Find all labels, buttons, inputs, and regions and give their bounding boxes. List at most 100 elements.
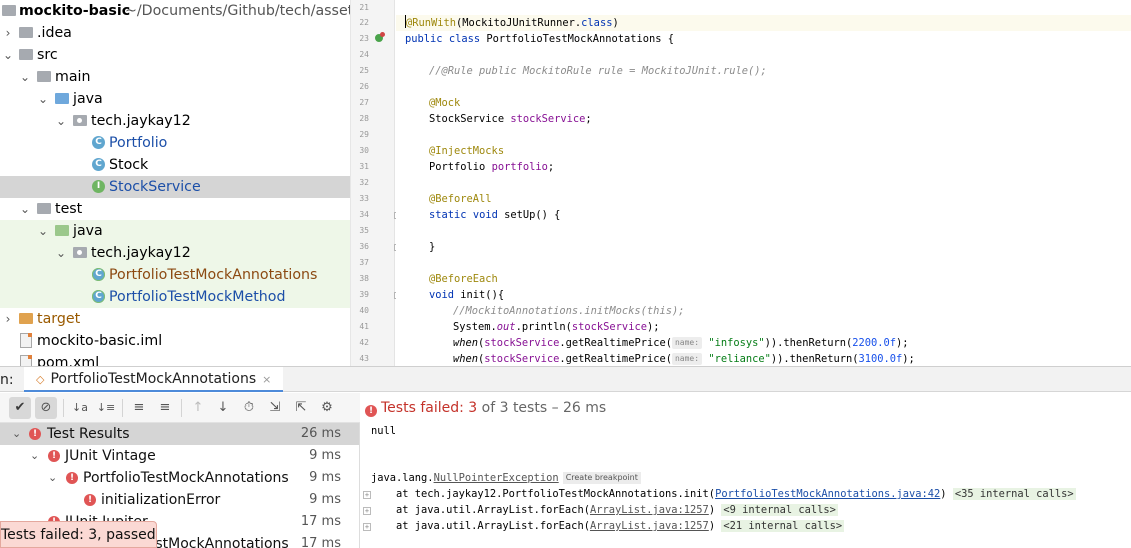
code-token: void [429,289,455,301]
expand-icon[interactable]: + [363,491,371,499]
test-node-initialization-error[interactable]: ! initializationError 9 ms [0,489,359,511]
tree-item-package-test[interactable]: ⌄ tech.jaykay12 [0,242,350,264]
interface-icon: I [92,180,105,193]
code-token: ); [896,337,909,349]
tests-failed-text: Tests failed: 3 [381,400,478,416]
tree-item-target[interactable]: › target [0,308,350,330]
chevron-right-icon[interactable]: › [2,308,14,330]
code-token: } [429,241,436,253]
tests-failed-notification[interactable]: Tests failed: 3, passed: 0 [0,521,157,548]
tree-item-portfoliotestmockannotations[interactable]: C PortfolioTestMockAnnotations [0,264,350,286]
expand-icon[interactable]: + [363,523,371,531]
test-node-label: Test Results [47,426,130,442]
chevron-down-icon[interactable]: ⌄ [30,445,39,467]
code-token: void [472,209,498,221]
tree-item-src[interactable]: ⌄ src [0,44,350,66]
create-breakpoint-button[interactable]: Create breakpoint [562,472,641,484]
chevron-right-icon[interactable]: › [2,22,14,44]
run-test-icon[interactable] [375,32,385,42]
tree-item-portfolio[interactable]: C Portfolio [0,132,350,154]
export-results-icon[interactable]: ⇱ [290,397,312,419]
run-label: n: [0,372,14,388]
code-line-33: @BeforeAll [396,191,1131,207]
internal-calls-fold[interactable]: <21 internal calls> [721,520,845,532]
console-text: null [371,425,397,437]
collapse-all-icon[interactable]: ≡ [154,397,176,419]
next-failed-icon[interactable]: ↓ [212,397,234,419]
tree-item-label: StockService [109,179,201,195]
chevron-down-icon[interactable]: ⌄ [2,44,14,66]
show-ignored-icon[interactable]: ⊘ [35,397,57,419]
chevron-down-icon[interactable]: ⌄ [55,110,67,132]
notification-text: Tests failed: 3, passed: 0 [1,527,157,543]
expand-all-icon[interactable]: ≡ [128,397,150,419]
error-icon: ! [29,428,41,440]
show-passed-icon[interactable]: ✔ [9,397,31,419]
test-node-label: PortfolioTestMockAnnotations [83,470,289,486]
folder-icon [37,71,51,82]
tree-item-stock[interactable]: C Stock [0,154,350,176]
tree-item-test[interactable]: ⌄ test [0,198,350,220]
exception-link[interactable]: NullPointerException [434,472,559,484]
chevron-down-icon[interactable]: ⌄ [55,242,67,264]
internal-calls-fold[interactable]: <9 internal calls> [721,504,838,516]
tree-item-portfoliotestmockmethod[interactable]: C PortfolioTestMockMethod [0,286,350,308]
chevron-down-icon[interactable]: ⌄ [37,220,49,242]
line-number: 41 [359,322,369,331]
code-token: portfolio [491,161,548,173]
tree-item-label: pom.xml [37,355,100,366]
previous-failed-icon[interactable]: ↑ [187,397,209,419]
tree-item-label: PortfolioTestMockAnnotations [109,267,318,283]
test-results-root[interactable]: ⌄ ! Test Results 26 ms [0,423,359,445]
gear-icon[interactable]: ⚙ [316,397,338,419]
run-tab[interactable]: ◇ PortfolioTestMockAnnotations × [24,367,284,392]
console-line: at java.util.ArrayList.forEach(ArrayList… [371,502,838,518]
source-link[interactable]: PortfolioTestMockAnnotations.java:42 [715,488,940,500]
line-number: 31 [359,162,369,171]
line-number: 25 [359,66,369,75]
line-number: 27 [359,98,369,107]
chevron-down-icon[interactable]: ⌄ [19,66,31,88]
console-line: at tech.jaykay12.PortfolioTestMockAnnota… [371,486,1076,502]
code-editor[interactable]: @RunWith(MockitoJUnitRunner.class) publi… [396,0,1131,366]
tree-item-java-main[interactable]: ⌄ java [0,88,350,110]
import-tests-icon[interactable]: ⇲ [264,397,286,419]
internal-calls-fold[interactable]: <35 internal calls> [952,488,1076,500]
toolbar-separator [63,399,64,417]
tree-item-pom[interactable]: pom.xml [0,352,350,366]
test-node-class[interactable]: ⌄ ! PortfolioTestMockAnnotations 9 ms [0,467,359,489]
editor-gutter[interactable]: 21 22 23 24 25 26 27 28 29 30 31 32 33 3… [351,0,401,366]
code-token: when [453,353,479,365]
chevron-down-icon[interactable]: ⌄ [12,423,21,445]
tree-item-iml[interactable]: mockito-basic.iml [0,330,350,352]
code-token: static [429,209,467,221]
tree-item-idea[interactable]: › .idea [0,22,350,44]
line-number: 37 [359,258,369,267]
source-link[interactable]: ArrayList.java:1257 [590,520,709,532]
expand-icon[interactable]: + [363,507,371,515]
source-link[interactable]: ArrayList.java:1257 [590,504,709,516]
tree-item-label: mockito-basic [19,3,131,19]
test-node-junit-vintage[interactable]: ⌄ ! JUnit Vintage 9 ms [0,445,359,467]
chevron-down-icon[interactable]: ⌄ [48,467,57,489]
code-token: //@Rule public MockitoRule rule = Mockit… [429,65,767,77]
code-token: class [448,33,481,45]
chevron-down-icon[interactable]: ⌄ [37,88,49,110]
tree-item-mockito-basic[interactable]: ⌄ mockito-basic ~/Documents/Github/tech/… [0,0,350,22]
chevron-down-icon[interactable]: ⌄ [19,198,31,220]
console-text: ) [940,488,953,500]
tree-item-stockservice[interactable]: I StockService [0,176,350,198]
line-number: 22 [359,18,369,27]
close-icon[interactable]: × [262,373,271,386]
tree-item-package-main[interactable]: ⌄ tech.jaykay12 [0,110,350,132]
code-token: ) [612,17,619,29]
sort-alphabetically-icon[interactable]: ↓a [69,397,91,419]
tree-item-java-test[interactable]: ⌄ java [0,220,350,242]
test-history-icon[interactable]: ⏱ [238,397,260,419]
console-output[interactable]: null java.lang.NullPointerException Creat… [360,423,1131,548]
code-line-42: when(stockService.getRealtimePrice(name:… [396,335,1131,351]
folder-icon [19,49,33,60]
console-text: at java.util.ArrayList.forEach( [371,504,590,516]
sort-by-duration-icon[interactable]: ↓≡ [95,397,117,419]
tree-item-main[interactable]: ⌄ main [0,66,350,88]
